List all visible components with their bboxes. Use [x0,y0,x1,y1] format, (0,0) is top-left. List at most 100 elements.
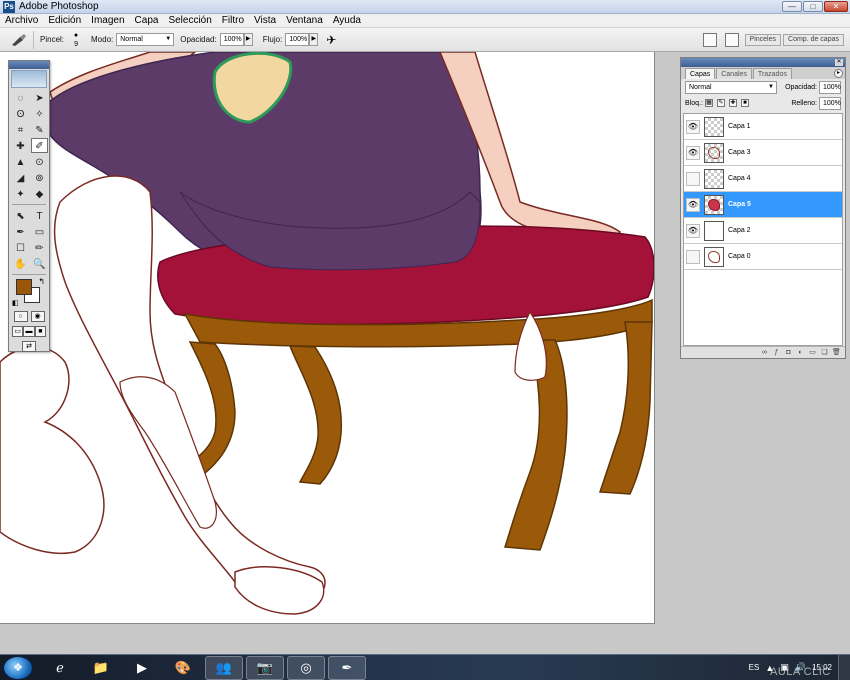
healing-brush-tool-icon[interactable]: ✚ [12,138,29,153]
airbrush-icon[interactable]: ✈ [326,33,336,47]
lock-image-icon[interactable]: ✎ [716,99,725,107]
type-tool-icon[interactable]: T [31,208,48,223]
folder-icon[interactable]: 📁 [82,656,120,680]
brush-palette-toggle-icon[interactable] [724,32,739,47]
menu-seleccion[interactable]: Selección [163,14,216,28]
chrome-icon[interactable]: ◎ [287,655,325,680]
quick-mask-mode-icon[interactable]: ◉ [30,311,45,322]
start-button[interactable]: ❖ [3,655,33,680]
blend-mode-select[interactable]: Normal [685,80,777,94]
tools-panel-header[interactable] [9,61,49,69]
photoshop-taskbar-icon[interactable]: ✒ [328,655,366,680]
layers-panel-header[interactable]: ✕ [681,58,845,67]
swap-colors-icon[interactable]: ↰ [38,277,45,286]
magic-wand-tool-icon[interactable]: ✧ [31,106,48,121]
paint-bucket-tool-icon[interactable]: ⊚ [31,170,48,185]
standard-mode-icon[interactable]: ○ [13,311,28,322]
trash-icon[interactable]: 🗑 [832,349,841,357]
layer-row-selected[interactable]: 👁 Capa 5 [684,192,842,218]
link-layers-icon[interactable]: ∞ [760,349,769,357]
lock-position-icon[interactable]: ✚ [728,99,737,107]
screen-mode-standard-icon[interactable]: ▭ [12,326,24,337]
brush-size-picker[interactable]: ● 9 [67,31,85,49]
notes-tool-icon[interactable]: ☐ [12,240,29,255]
show-desktop-button[interactable] [838,654,850,680]
messenger-icon[interactable]: 👥 [205,655,243,680]
crop-tool-icon[interactable]: ⌗ [12,122,29,137]
default-colors-icon[interactable]: ◧ [12,299,19,307]
lasso-tool-icon[interactable]: ʘ [12,106,29,121]
layer-row[interactable]: 👁 Capa 0 [684,244,842,270]
visibility-eye-icon[interactable]: 👁 [686,119,700,134]
dodge-tool-icon[interactable]: ◆ [31,186,48,201]
menu-ayuda[interactable]: Ayuda [328,14,366,28]
hand-tool-icon[interactable]: ✋ [12,256,29,271]
language-indicator[interactable]: ES [749,663,760,672]
menu-imagen[interactable]: Imagen [86,14,129,28]
blur-tool-icon[interactable]: ✦ [12,186,29,201]
photoshop-feather-logo[interactable] [11,70,47,88]
rectangle-tool-icon[interactable]: ▭ [31,224,48,239]
maximize-button[interactable]: □ [803,1,823,12]
layer-row[interactable]: 👁 Capa 2 [684,218,842,244]
visibility-eye-icon[interactable]: 👁 [686,223,700,238]
opacity-input[interactable]: 100% [219,33,244,46]
tool-preset-picker[interactable] [4,30,34,49]
internet-explorer-icon[interactable]: ℯ [41,656,79,680]
mode-select[interactable]: Normal [116,33,175,46]
minimize-button[interactable]: — [782,1,802,12]
camera-app-icon[interactable]: 📷 [246,655,284,680]
menu-filtro[interactable]: Filtro [217,14,249,28]
new-group-icon[interactable]: ▭ [808,349,817,357]
new-layer-icon[interactable]: ❏ [820,349,829,357]
document-canvas[interactable] [0,52,655,624]
layer-row[interactable]: 👁 Capa 3 [684,140,842,166]
pen-tool-icon[interactable]: ✒ [12,224,29,239]
tab-paths[interactable]: Trazados [752,68,792,79]
marquee-tool-icon[interactable]: ◌ [12,90,29,105]
opacity-slider-arrow[interactable]: ▶ [243,33,253,46]
menu-ventana[interactable]: Ventana [281,14,328,28]
palette-well-icon[interactable] [702,32,717,47]
close-button[interactable]: ✕ [824,1,848,12]
menu-edicion[interactable]: Edición [43,14,86,28]
visibility-eye-icon[interactable]: 👁 [686,197,700,212]
flow-input[interactable]: 100% [285,33,310,46]
panel-menu-icon[interactable]: ▸ [834,69,843,78]
visibility-eye-icon[interactable]: 👁 [686,249,700,264]
screen-mode-full-icon[interactable]: ■ [34,326,46,337]
move-tool-icon[interactable]: ➤ [31,90,48,105]
path-selection-tool-icon[interactable]: ⬉ [12,208,29,223]
screen-mode-full-menu-icon[interactable]: ▬ [23,326,35,337]
lock-transparency-icon[interactable]: ▦ [704,99,713,107]
paint-icon[interactable]: 🎨 [164,656,202,680]
tab-layer-comps[interactable]: Comp. de capas [783,33,844,46]
fill-input[interactable]: 100% [819,96,841,110]
slice-tool-icon[interactable]: ✎ [31,122,48,137]
layer-row[interactable]: 👁 Capa 4 [684,166,842,192]
eyedropper-tool-icon[interactable]: ✏ [31,240,48,255]
layer-style-icon[interactable]: ƒ [772,349,781,357]
zoom-tool-icon[interactable]: 🔍 [31,256,48,271]
clone-stamp-tool-icon[interactable]: ▲ [12,154,29,169]
menu-archivo[interactable]: Archivo [0,14,43,28]
flow-slider-arrow[interactable]: ▶ [309,33,319,46]
layer-row[interactable]: 👁 Capa 1 [684,114,842,140]
eraser-tool-icon[interactable]: ◢ [12,170,29,185]
media-player-icon[interactable]: ▶ [123,656,161,680]
layer-mask-icon[interactable]: ◘ [784,349,793,357]
history-brush-tool-icon[interactable]: ⊙ [31,154,48,169]
menu-vista[interactable]: Vista [249,14,281,28]
visibility-eye-icon[interactable]: 👁 [686,145,700,160]
close-icon[interactable]: ✕ [835,59,843,66]
brush-tool-icon[interactable]: ✐ [31,138,48,153]
adjustment-layer-icon[interactable]: ◐ [796,349,805,357]
tab-layers[interactable]: Capas [685,68,716,79]
visibility-eye-icon[interactable]: 👁 [686,171,700,186]
menu-capa[interactable]: Capa [130,14,164,28]
jump-to-imageready-icon[interactable]: ⇄ [22,341,36,352]
layer-opacity-input[interactable]: 100% [819,80,841,94]
foreground-color-swatch[interactable] [16,279,32,295]
tab-channels[interactable]: Canales [716,68,752,79]
tab-brushes[interactable]: Pinceles [744,33,782,46]
